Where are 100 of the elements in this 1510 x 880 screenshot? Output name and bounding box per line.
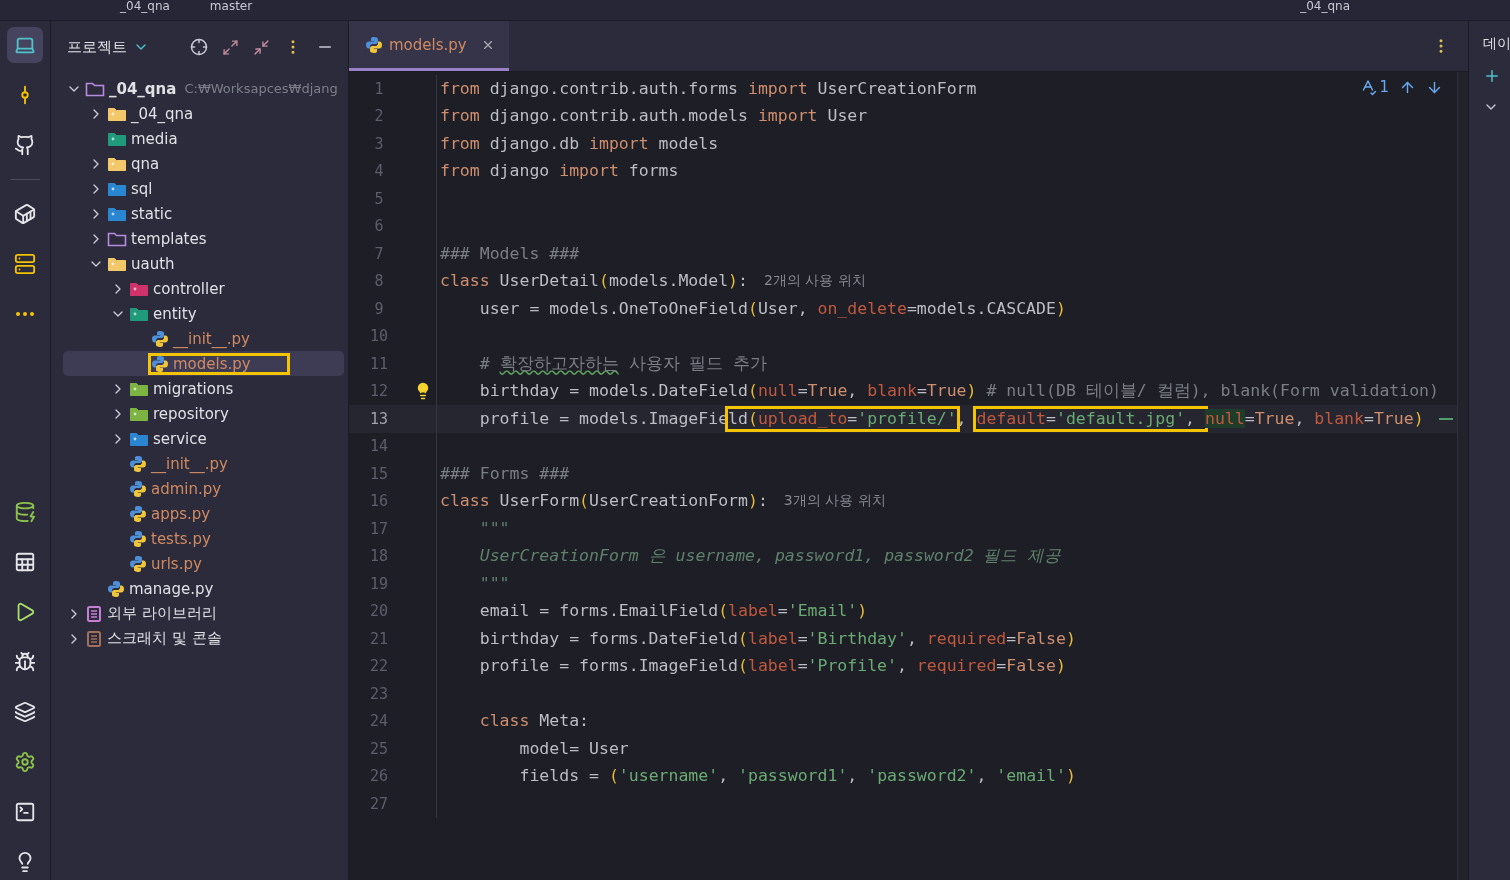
usage-hint[interactable]: 2개의 사용 위치 — [764, 272, 866, 291]
tree-item[interactable]: tests.py — [151, 529, 211, 548]
line-number: 22 — [368, 657, 390, 676]
run-configuration[interactable]: _04_qna — [1300, 0, 1350, 12]
code-text: birthday = forms.DateField(label='Birthday', required=False) — [478, 628, 1076, 649]
python-file-icon — [129, 529, 147, 548]
project-name[interactable]: _04_qna — [120, 0, 170, 12]
notes-icon — [85, 629, 103, 648]
tree-row[interactable]: service — [63, 426, 344, 451]
tree-row[interactable]: manage.py — [63, 576, 344, 601]
tree-item[interactable]: _04_qna — [109, 79, 177, 98]
tree-item[interactable]: media — [131, 129, 178, 148]
line-number: 14 — [368, 437, 390, 456]
line-number: 20 — [368, 602, 390, 621]
line-number: 16 — [368, 492, 390, 511]
code-text: from django.contrib.auth.models import User — [440, 106, 868, 127]
tree-row[interactable]: models.py — [63, 351, 344, 376]
tree-item[interactable]: static — [131, 204, 173, 223]
code-text: model= User — [518, 738, 629, 759]
tree-item[interactable]: repository — [153, 404, 229, 423]
line-number: 19 — [368, 574, 390, 593]
tree-item[interactable]: __init__.py — [151, 454, 228, 473]
laptop-tool-button[interactable] — [7, 27, 43, 63]
tree-item[interactable]: uauth — [131, 254, 175, 273]
branch-name[interactable]: master — [209, 0, 253, 12]
code-text: user = models.OneToOneField(User, on_delete=models.CASCADE) — [478, 298, 1066, 319]
line-number: 6 — [373, 217, 385, 236]
line-number: 24 — [368, 712, 390, 731]
code-text: class Meta: — [478, 711, 589, 732]
container-icon — [14, 203, 36, 225]
tree-item[interactable]: _04_qna — [131, 104, 194, 123]
tree-item[interactable]: templates — [131, 229, 207, 248]
tree-row[interactable]: admin.py — [63, 476, 344, 501]
tree-item[interactable]: models.py — [173, 354, 251, 373]
tree-row[interactable]: static — [63, 201, 344, 226]
line-number: 5 — [373, 189, 385, 208]
target-icon[interactable] — [190, 38, 208, 56]
usage-hint[interactable]: 3개의 사용 위치 — [783, 492, 886, 511]
code-text: ### Models ### — [440, 243, 580, 264]
code-text: from django.db import models — [440, 133, 719, 154]
tree-row[interactable]: entity — [63, 301, 344, 326]
line-number: 4 — [373, 162, 385, 181]
editor-tab[interactable]: models.py — [349, 21, 509, 71]
tree-row[interactable]: __init__.py — [63, 451, 344, 476]
tree-row[interactable]: _04_qna C:₩Worksapces₩djang — [63, 76, 344, 101]
panel-title[interactable]: 데이 — [1483, 35, 1510, 53]
tree-row[interactable]: repository — [63, 401, 344, 426]
python-file-icon — [129, 504, 147, 523]
tree-item[interactable]: 외부 라이브러리 — [107, 604, 217, 623]
tree-row[interactable]: migrations — [63, 376, 344, 401]
tree-row[interactable]: controller — [63, 276, 344, 301]
python-file-icon — [129, 554, 147, 573]
tree-row[interactable]: 스크래치 및 콘솔 — [63, 626, 344, 651]
tree-item[interactable]: 스크래치 및 콘솔 — [107, 629, 222, 648]
tree-item[interactable]: qna — [131, 154, 160, 173]
library-icon — [85, 604, 103, 623]
tree-row[interactable]: _04_qna — [63, 101, 344, 126]
code-text: class UserDetail(models.Model): — [440, 271, 748, 292]
tree-item[interactable]: admin.py — [151, 479, 222, 498]
spreadsheet-icon — [14, 551, 36, 573]
terminal-icon — [14, 801, 36, 823]
highlighted-code: ld(upload_to='profile/' — [725, 405, 960, 432]
tree-row[interactable]: media — [63, 126, 344, 151]
tree-item[interactable]: apps.py — [151, 504, 211, 523]
tree-row[interactable]: urls.py — [63, 551, 344, 576]
line-number: 15 — [368, 464, 390, 483]
line-number: 13 — [368, 409, 390, 428]
tree-row[interactable]: 외부 라이브러리 — [63, 601, 344, 626]
settings-icon — [14, 751, 36, 773]
line-number: 17 — [368, 519, 390, 538]
code-text: birthday = models.DateField(null=True, blank=True) # null(DB 테이블/ 컬럼), blank(Form validation) — [478, 381, 1439, 402]
python-file-icon — [107, 579, 125, 598]
tree-item[interactable]: urls.py — [151, 554, 202, 573]
tree-item[interactable]: controller — [153, 279, 225, 298]
tree-row[interactable]: apps.py — [63, 501, 344, 526]
inspection-count[interactable]: 1 — [1359, 78, 1389, 96]
tree-item[interactable]: service — [153, 429, 207, 448]
tree-item[interactable]: migrations — [153, 379, 234, 398]
line-number: 1 — [373, 79, 385, 98]
tree-row[interactable]: __init__.py — [63, 326, 344, 351]
line-number: 11 — [368, 354, 390, 373]
tree-item[interactable]: __init__.py — [173, 329, 250, 348]
tree-row[interactable]: qna — [63, 151, 344, 176]
code-text: email = forms.EmailField(label='Email') — [478, 601, 868, 622]
tree-item[interactable]: manage.py — [129, 579, 214, 598]
tree-item[interactable]: entity — [153, 304, 197, 323]
tree-row[interactable]: templates — [63, 226, 344, 251]
line-number: 7 — [373, 244, 385, 263]
tree-row[interactable]: sql — [63, 176, 344, 201]
bug-icon — [14, 651, 36, 673]
tree-row[interactable]: uauth — [63, 251, 344, 276]
tree-row[interactable]: tests.py — [63, 526, 344, 551]
collapse-icon[interactable] — [253, 38, 270, 56]
line-number: 23 — [368, 684, 390, 703]
panel-title[interactable]: 프로젝트 — [67, 37, 149, 57]
expand-icon[interactable] — [222, 38, 239, 56]
python-file-icon — [365, 35, 383, 54]
line-number: 9 — [373, 299, 385, 318]
tree-item[interactable]: sql — [131, 179, 153, 198]
plus-icon[interactable] — [1483, 67, 1501, 85]
